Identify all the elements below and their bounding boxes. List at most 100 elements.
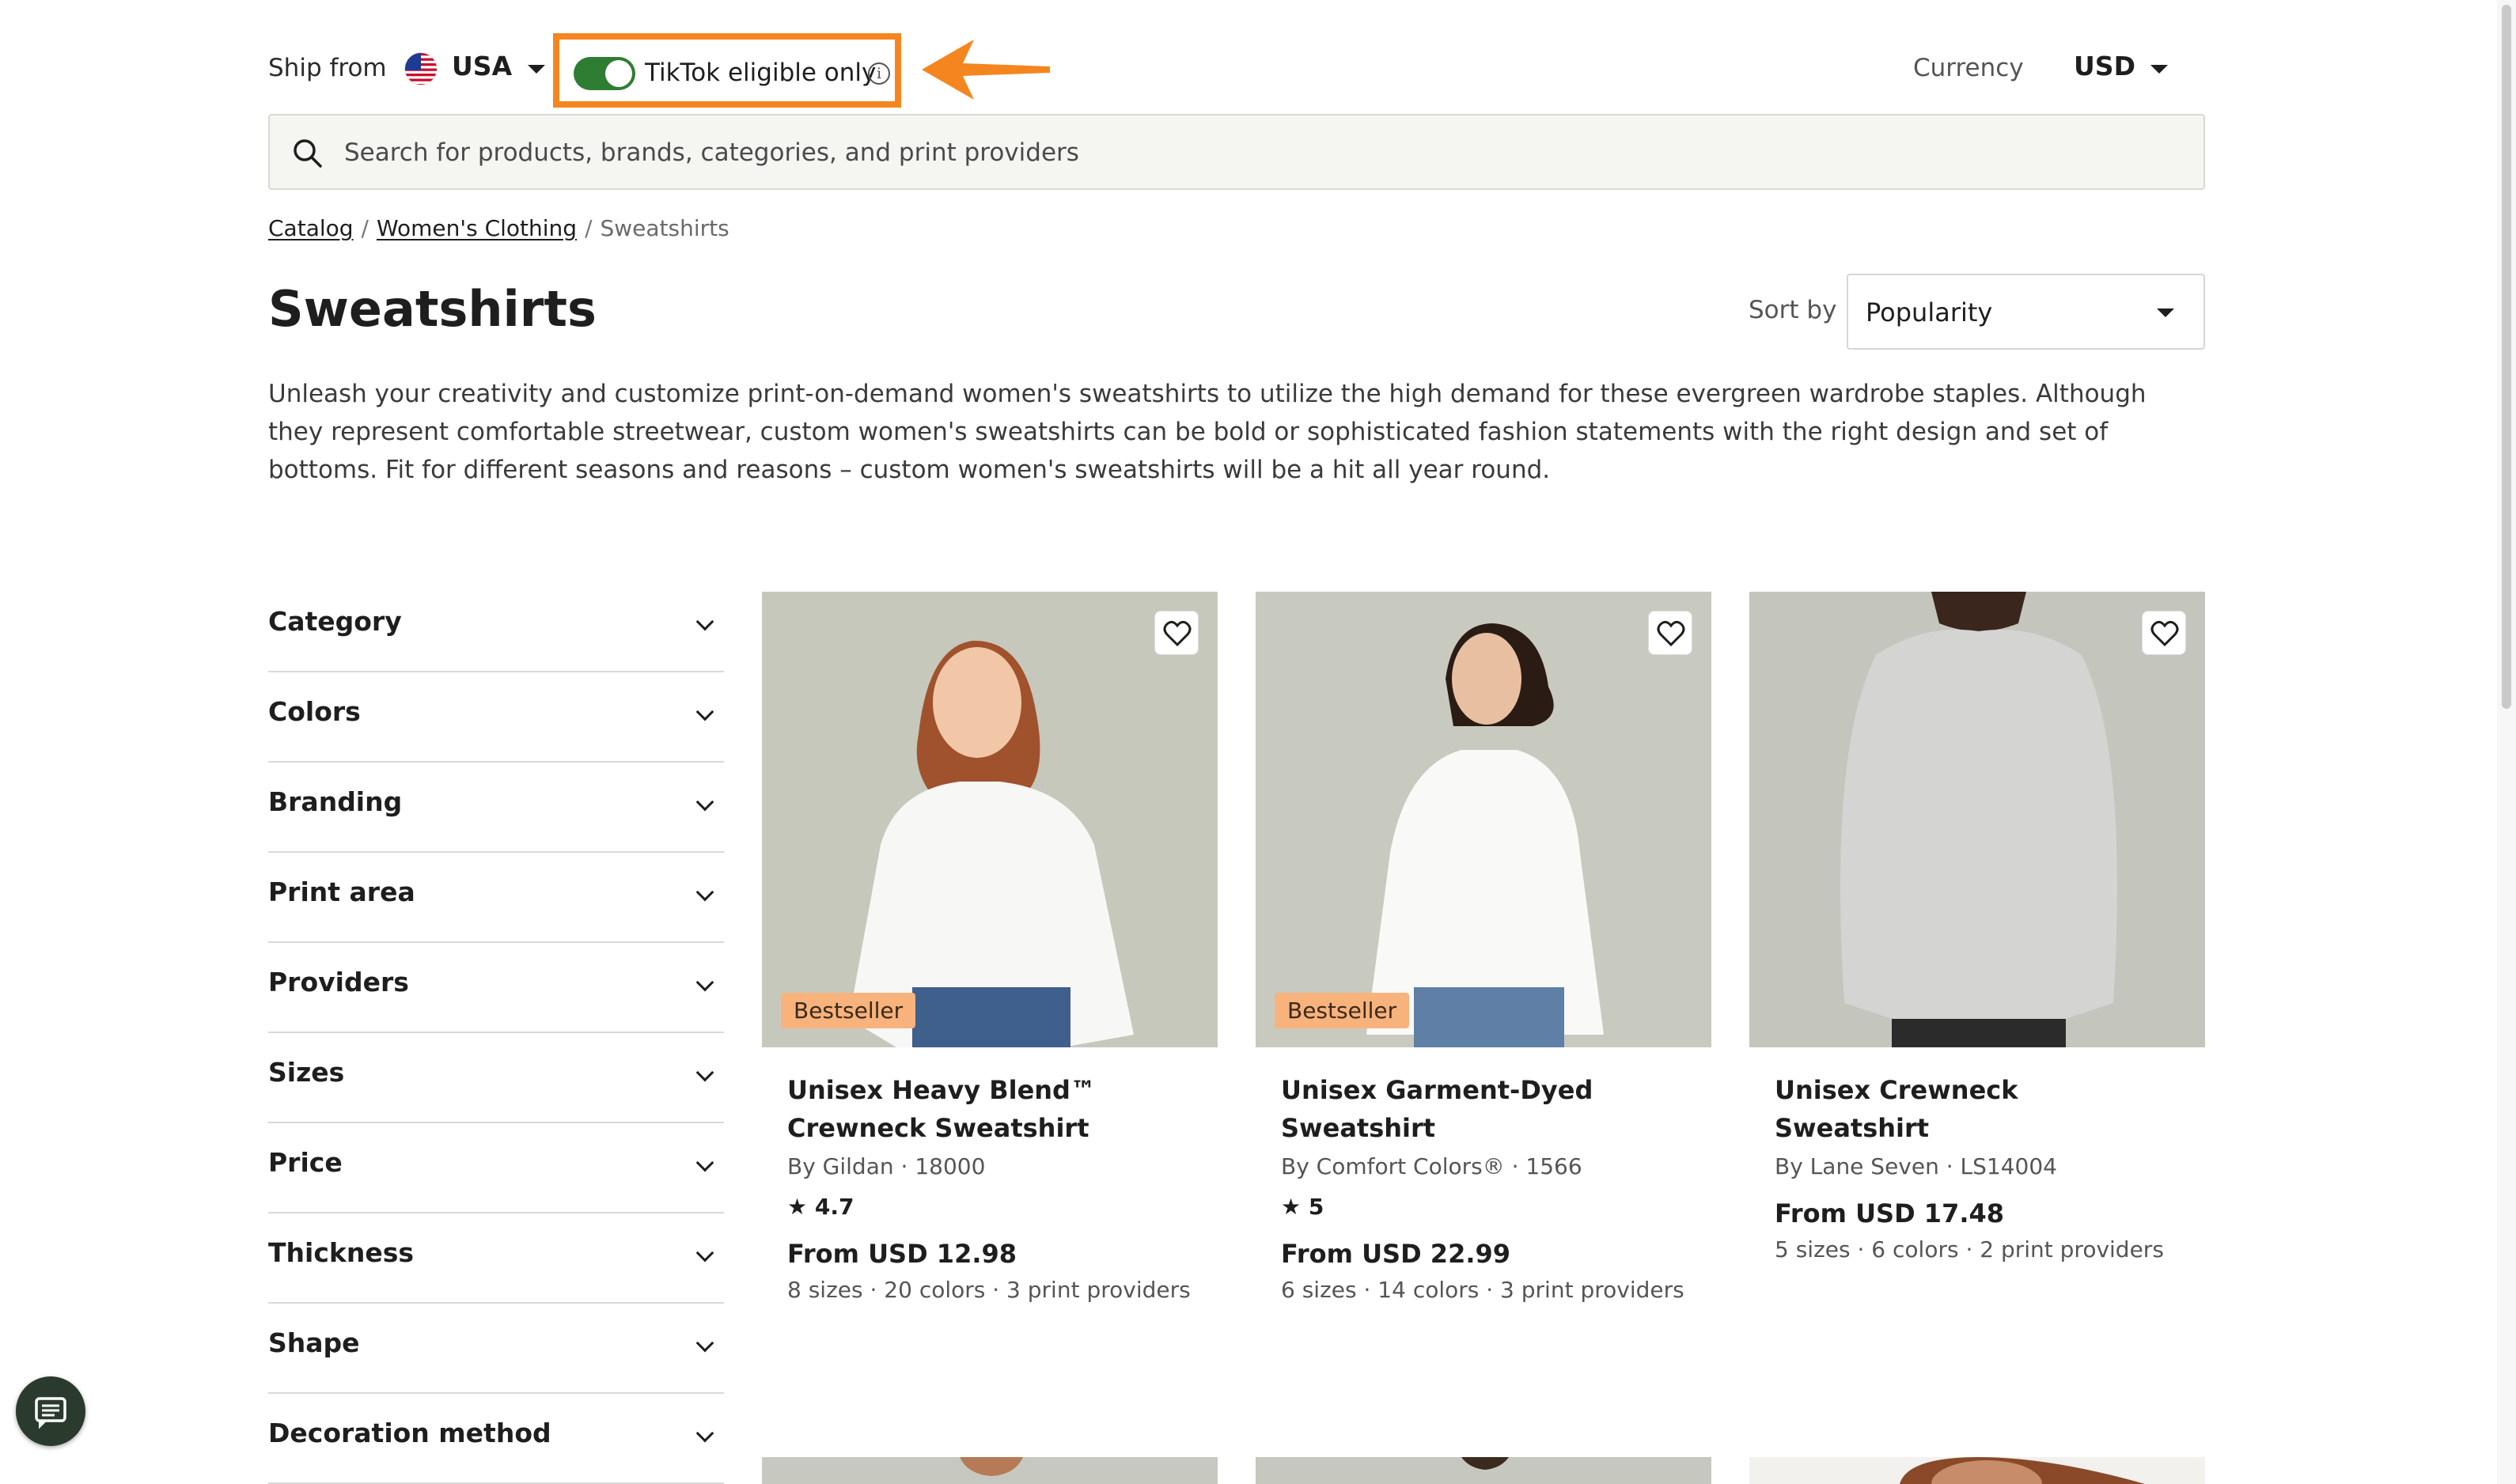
tiktok-eligible-filter: TikTok eligible only i	[553, 33, 901, 108]
chevron-down-icon	[695, 1244, 714, 1263]
product-rating: ★ 5	[1256, 1194, 1711, 1220]
filter-label: Colors	[268, 696, 361, 727]
chevron-down-icon	[695, 702, 714, 721]
filter-thickness[interactable]: Thickness	[268, 1213, 724, 1304]
product-card[interactable]: Unisex Crewneck Sweatshirt By Lane Seven…	[1749, 592, 2205, 1263]
chevron-down-icon	[695, 883, 714, 902]
sort-select[interactable]: Popularity	[1847, 274, 2205, 350]
chevron-down-icon	[695, 612, 714, 631]
tiktok-toggle-label: TikTok eligible only	[645, 59, 877, 87]
filter-branding[interactable]: Branding	[268, 763, 724, 853]
chevron-down-icon	[695, 1063, 714, 1082]
bestseller-badge: Bestseller	[1275, 993, 1410, 1028]
bestseller-badge: Bestseller	[781, 993, 916, 1028]
rating-value: 5	[1308, 1194, 1324, 1220]
filter-label: Category	[268, 606, 402, 637]
favorite-heart-icon[interactable]	[1648, 611, 1692, 655]
us-flag-icon[interactable]	[404, 52, 438, 85]
product-meta: 5 sizes · 6 colors · 2 print providers	[1775, 1236, 2164, 1263]
filter-label: Shape	[268, 1327, 360, 1358]
category-description: Unleash your creativity and customize pr…	[268, 380, 2147, 484]
product-price: From USD 17.48	[1775, 1198, 2005, 1228]
sort-label: Sort by	[1749, 296, 1837, 324]
model-photo	[1900, 1457, 2145, 1484]
chat-button[interactable]	[16, 1376, 85, 1446]
product-name[interactable]: Unisex Crewneck Sweatshirt	[1749, 1071, 2161, 1147]
filter-label: Thickness	[268, 1237, 414, 1268]
pointer-arrow-icon	[922, 40, 1050, 100]
filter-label: Providers	[268, 967, 409, 998]
filter-label: Print area	[268, 876, 415, 907]
filter-label: Branding	[268, 786, 403, 817]
star-icon: ★	[787, 1194, 808, 1220]
product-brand: By Gildan · 18000	[787, 1153, 986, 1179]
product-rating: ★ 4.7	[762, 1194, 1218, 1220]
info-icon[interactable]: i	[868, 62, 890, 85]
product-name[interactable]: Unisex Garment-Dyed Sweatshirt	[1256, 1071, 1667, 1147]
scrollbar[interactable]	[2497, 0, 2516, 1484]
model-photo	[762, 592, 1218, 1047]
product-price: From USD 12.98	[787, 1239, 1017, 1269]
scrollbar-thumb[interactable]	[2502, 5, 2511, 709]
currency-dropdown-icon[interactable]	[2150, 65, 2168, 74]
toggle-knob	[605, 60, 632, 87]
filter-colors[interactable]: Colors	[268, 672, 724, 763]
chevron-down-icon	[2157, 309, 2174, 317]
tiktok-toggle[interactable]	[574, 57, 635, 90]
currency-label: Currency	[1913, 54, 2024, 82]
filter-shape[interactable]: Shape	[268, 1304, 724, 1394]
filter-decoration-method[interactable]: Decoration method	[268, 1394, 724, 1484]
chevron-down-icon	[695, 1424, 714, 1443]
star-icon: ★	[1281, 1194, 1302, 1220]
model-photo	[1256, 592, 1711, 1047]
product-card-partial[interactable]	[1256, 1457, 1711, 1484]
top-bar: Ship from USA TikTok eligible only i Cur…	[268, 32, 2205, 108]
filter-sizes[interactable]: Sizes	[268, 1033, 724, 1123]
filter-price[interactable]: Price	[268, 1123, 724, 1213]
filter-print-area[interactable]: Print area	[268, 853, 724, 943]
product-meta: 8 sizes · 20 colors · 3 print providers	[787, 1277, 1191, 1303]
product-image[interactable]: Bestseller	[1256, 592, 1711, 1047]
breadcrumb-catalog[interactable]: Catalog	[268, 215, 354, 241]
product-brand: By Comfort Colors® · 1566	[1281, 1153, 1582, 1179]
product-image[interactable]	[1749, 592, 2205, 1047]
breadcrumb-separator: /	[585, 215, 593, 241]
product-card-partial[interactable]	[762, 1457, 1218, 1484]
filter-label: Price	[268, 1147, 343, 1178]
product-meta: 6 sizes · 14 colors · 3 print providers	[1281, 1277, 1684, 1303]
filter-label: Sizes	[268, 1057, 345, 1088]
product-brand: By Lane Seven · LS14004	[1775, 1153, 2057, 1179]
favorite-heart-icon[interactable]	[1154, 611, 1199, 655]
model-photo	[960, 1457, 1023, 1476]
search-input[interactable]	[344, 130, 2164, 176]
page-title: Sweatshirts	[268, 280, 597, 338]
filter-category[interactable]: Category	[268, 582, 724, 672]
chevron-down-icon	[695, 1153, 714, 1172]
product-card[interactable]: Bestseller Unisex Garment-Dyed Sweatshir…	[1256, 592, 1711, 1303]
breadcrumb-separator: /	[361, 215, 369, 241]
filter-label: Decoration method	[268, 1418, 551, 1448]
country-dropdown-icon[interactable]	[528, 65, 545, 74]
product-card[interactable]: Bestseller Unisex Heavy Blend™ Crewneck …	[762, 592, 1218, 1303]
breadcrumb-current: Sweatshirts	[600, 215, 729, 241]
breadcrumb-womens-clothing[interactable]: Women's Clothing	[377, 215, 577, 241]
currency-value[interactable]: USD	[2074, 51, 2135, 81]
model-photo	[1749, 592, 2205, 1047]
filter-providers[interactable]: Providers	[268, 943, 724, 1033]
search-icon	[294, 139, 322, 168]
filter-sidebar: Category Colors Branding Print area Prov…	[268, 582, 724, 1484]
rating-value: 4.7	[814, 1194, 854, 1220]
product-price: From USD 22.99	[1281, 1239, 1511, 1269]
ship-from-country[interactable]: USA	[452, 51, 512, 81]
chat-icon	[35, 1397, 66, 1429]
search-bar	[268, 114, 2205, 190]
product-name[interactable]: Unisex Heavy Blend™ Crewneck Sweatshirt	[762, 1071, 1173, 1147]
model-photo	[1461, 1457, 1509, 1470]
breadcrumb: Catalog / Women's Clothing / Sweatshirts	[268, 215, 729, 241]
chevron-down-icon	[695, 973, 714, 992]
favorite-heart-icon[interactable]	[2142, 611, 2186, 655]
product-image[interactable]: Bestseller	[762, 592, 1218, 1047]
chevron-down-icon	[695, 1334, 714, 1353]
product-card-partial[interactable]	[1749, 1457, 2205, 1484]
sort-value: Popularity	[1866, 297, 1993, 327]
